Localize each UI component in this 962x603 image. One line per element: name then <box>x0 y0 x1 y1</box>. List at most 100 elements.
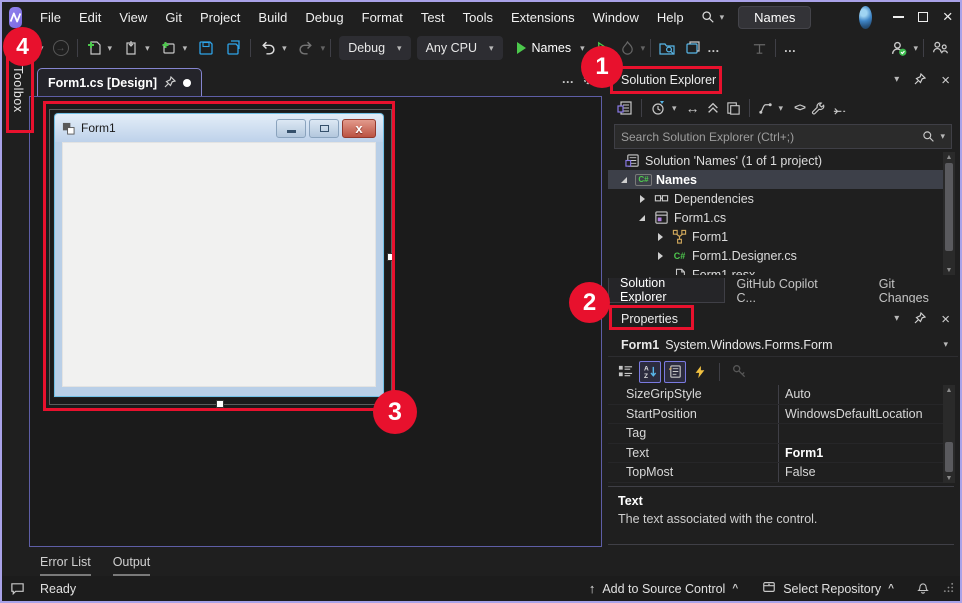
form-close-button[interactable]: x <box>342 119 376 138</box>
form-minimize-button[interactable] <box>276 119 306 138</box>
start-without-debugging-button[interactable] <box>592 36 613 60</box>
search-icon[interactable] <box>699 8 717 26</box>
tab-solution-explorer[interactable]: Solution Explorer <box>608 278 725 303</box>
window-position-chevron-icon[interactable]: ▾ <box>894 314 899 324</box>
notifications-bell-icon[interactable] <box>916 580 930 597</box>
resize-handle-bottom[interactable] <box>216 400 224 408</box>
tab-output[interactable]: Output <box>113 555 151 572</box>
designed-form-client-area[interactable] <box>62 142 376 387</box>
menu-window[interactable]: Window <box>584 2 648 32</box>
pin-icon[interactable] <box>164 76 176 91</box>
expander-icon[interactable] <box>617 177 631 183</box>
scroll-down-icon[interactable]: ▼ <box>943 473 955 483</box>
scrollbar-thumb[interactable] <box>945 163 953 251</box>
search-icon[interactable] <box>919 128 937 146</box>
track-chevron-icon[interactable]: ▾ <box>779 104 784 113</box>
preview-selected-items-button[interactable] <box>829 96 850 120</box>
find-in-files-button[interactable] <box>656 36 678 60</box>
maximize-button[interactable] <box>911 2 936 32</box>
solution-explorer-search-box[interactable]: ▾ <box>614 124 952 149</box>
sign-in-chevron-icon[interactable]: ▾ <box>913 44 918 53</box>
solution-explorer-header[interactable]: Solution Explorer ▾ × <box>608 67 958 93</box>
expander-icon[interactable] <box>653 252 667 260</box>
form-maximize-button[interactable] <box>309 119 339 138</box>
undo-chevron-icon[interactable]: ▾ <box>282 44 287 53</box>
snap-to-grid-button[interactable] <box>749 36 770 60</box>
expander-icon[interactable] <box>653 233 667 241</box>
property-row-tag[interactable]: Tag <box>608 424 943 444</box>
menu-view[interactable]: View <box>110 2 156 32</box>
track-active-item-button[interactable] <box>755 96 776 120</box>
source-control-chevron-icon[interactable]: ^ <box>732 583 738 594</box>
menu-tools[interactable]: Tools <box>454 2 502 32</box>
tree-item-project-names[interactable]: C# Names <box>608 170 943 189</box>
tab-list-overflow-button[interactable]: … <box>562 72 575 89</box>
property-row-startposition[interactable]: StartPosition WindowsDefaultLocation <box>608 405 943 425</box>
expander-icon[interactable] <box>635 195 649 203</box>
property-row-sizegripstyle[interactable]: SizeGripStyle Auto <box>608 385 943 405</box>
menu-debug[interactable]: Debug <box>296 2 352 32</box>
pin-icon[interactable] <box>914 312 926 327</box>
menu-file[interactable]: File <box>31 2 70 32</box>
close-icon[interactable]: × <box>941 311 950 328</box>
hot-reload-chevron-icon[interactable]: ▾ <box>641 44 646 53</box>
tree-item-form1-cs[interactable]: Form1.cs <box>608 208 943 227</box>
designed-form[interactable]: Form1 x <box>55 114 383 396</box>
save-button[interactable] <box>195 36 217 60</box>
switch-environment-button[interactable] <box>682 36 704 60</box>
property-grid-scrollbar[interactable]: ▲ ▼ <box>943 385 955 483</box>
menu-git[interactable]: Git <box>156 2 191 32</box>
redo-button[interactable] <box>295 36 318 60</box>
sign-in-status-button[interactable] <box>887 36 910 60</box>
tab-error-list[interactable]: Error List <box>40 555 91 572</box>
scroll-up-icon[interactable]: ▲ <box>943 152 955 162</box>
scroll-down-icon[interactable]: ▼ <box>943 265 955 275</box>
menu-help[interactable]: Help <box>648 2 693 32</box>
property-value[interactable]: False <box>778 463 943 482</box>
new-file-chevron-icon[interactable]: ▾ <box>108 44 113 53</box>
property-value[interactable]: Form1 <box>778 444 943 463</box>
repository-chevron-icon[interactable]: ^ <box>888 583 894 594</box>
scrollbar-thumb[interactable] <box>945 442 953 472</box>
layout-overflow-button[interactable]: … <box>781 36 800 60</box>
start-debugging-button[interactable]: Names ▾ <box>514 36 588 60</box>
pending-changes-filter-button[interactable] <box>647 96 669 120</box>
toolbox-vertical-tab[interactable]: Toolbox <box>11 66 25 113</box>
property-row-topmost[interactable]: TopMost False <box>608 463 943 483</box>
solution-configuration-dropdown[interactable]: Debug ▾ <box>339 36 410 60</box>
property-value[interactable] <box>778 424 943 443</box>
resize-handle-right[interactable] <box>387 253 395 261</box>
switch-views-button[interactable] <box>614 96 636 120</box>
expander-icon[interactable] <box>635 215 649 221</box>
filter-chevron-icon[interactable]: ▾ <box>672 104 677 113</box>
editor-settings-gear-icon[interactable] <box>582 72 596 89</box>
close-button[interactable]: × <box>935 2 960 32</box>
minimize-button[interactable] <box>886 2 911 32</box>
show-all-files-button[interactable] <box>723 96 744 120</box>
back-split-chevron-icon[interactable]: ▾ <box>39 44 44 53</box>
tree-item-form1-class[interactable]: Form1 <box>608 227 943 246</box>
pin-icon[interactable] <box>914 73 926 88</box>
alphabetical-view-button[interactable]: AZ <box>639 361 661 383</box>
live-share-button[interactable] <box>929 36 952 60</box>
redo-chevron-icon[interactable]: ▾ <box>321 44 326 53</box>
menu-project[interactable]: Project <box>191 2 249 32</box>
selected-object-dropdown[interactable]: Form1 System.Windows.Forms.Form ▾ <box>608 333 958 357</box>
property-pages-button[interactable] <box>728 361 750 383</box>
add-item-chevron-icon[interactable]: ▾ <box>183 44 188 53</box>
properties-header[interactable]: Properties ▾ × <box>608 306 958 332</box>
solution-explorer-search-input[interactable] <box>621 130 919 144</box>
property-value[interactable]: Auto <box>778 385 943 404</box>
navigate-forward-button[interactable]: → <box>50 36 72 60</box>
events-button[interactable] <box>689 361 711 383</box>
resize-handle-corner[interactable] <box>387 400 395 408</box>
account-avatar[interactable] <box>859 6 872 29</box>
scroll-up-icon[interactable]: ▲ <box>943 385 955 395</box>
property-row-text[interactable]: Text Form1 <box>608 444 943 464</box>
menu-build[interactable]: Build <box>249 2 296 32</box>
window-position-chevron-icon[interactable]: ▾ <box>894 75 899 85</box>
undo-button[interactable] <box>256 36 279 60</box>
properties-view-button[interactable] <box>664 361 686 383</box>
collapse-all-button[interactable] <box>703 96 723 120</box>
close-icon[interactable]: × <box>941 72 950 89</box>
